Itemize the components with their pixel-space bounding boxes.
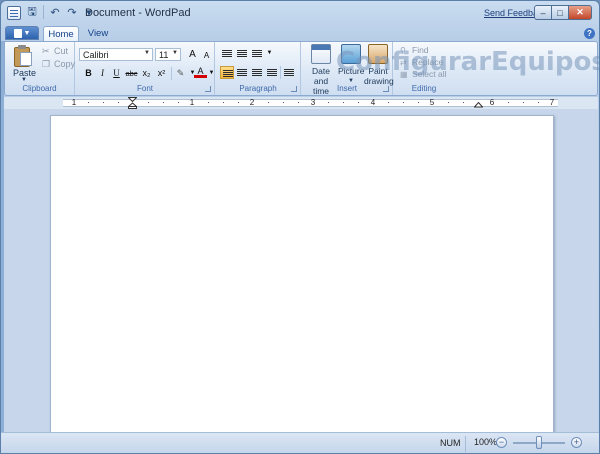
font-size-value: 11 bbox=[159, 50, 169, 60]
font-family-select[interactable]: Calibri ▼ bbox=[79, 48, 153, 61]
document-area bbox=[4, 109, 598, 432]
align-left-icon[interactable] bbox=[220, 66, 234, 79]
chevron-down-icon: ▼ bbox=[23, 29, 31, 37]
application-menu-button[interactable]: ▼ bbox=[5, 26, 39, 40]
paragraph-separator bbox=[280, 66, 281, 79]
clipboard-group: Paste ▼ ✂ Cut ❐ Copy Clipboard bbox=[5, 42, 75, 95]
copy-label: Copy bbox=[54, 59, 76, 69]
font-size-select[interactable]: 11 ▼ bbox=[155, 48, 181, 61]
wordpad-app-icon[interactable] bbox=[7, 6, 21, 20]
zoom-slider-thumb[interactable] bbox=[536, 436, 542, 449]
zoom-in-button[interactable]: + bbox=[571, 437, 582, 448]
left-indent-marker-icon[interactable] bbox=[128, 97, 137, 109]
minimize-button[interactable]: – bbox=[534, 5, 552, 20]
ruler-number: 1 bbox=[189, 98, 195, 107]
justify-icon[interactable] bbox=[265, 66, 279, 79]
scissors-icon: ✂ bbox=[42, 45, 50, 56]
tab-home[interactable]: Home bbox=[43, 26, 79, 41]
date-time-label-1: Date and bbox=[312, 66, 330, 86]
font-family-value: Calibri bbox=[83, 50, 109, 60]
underline-button[interactable]: U bbox=[110, 67, 123, 80]
horizontal-ruler[interactable]: 1 1 2 3 4 5 6 7 bbox=[4, 97, 598, 109]
bullet-list-icon[interactable] bbox=[250, 47, 264, 60]
ruler-number: 1 bbox=[71, 98, 77, 107]
window-title: Document - WordPad bbox=[85, 7, 191, 19]
status-bar: NUM 100% − + bbox=[1, 432, 599, 453]
tab-view[interactable]: View bbox=[85, 26, 111, 41]
redo-icon[interactable]: ↷ bbox=[65, 5, 79, 19]
subscript-button[interactable]: x₂ bbox=[140, 67, 153, 80]
list-dropdown-icon[interactable]: ▼ bbox=[263, 47, 276, 60]
line-spacing-icon[interactable] bbox=[282, 66, 296, 79]
zoom-level[interactable]: 100% bbox=[474, 437, 497, 447]
status-separator bbox=[465, 436, 466, 452]
paste-dropdown-icon[interactable]: ▼ bbox=[21, 77, 27, 83]
editing-group-label: Editing bbox=[411, 84, 437, 93]
calendar-clock-icon bbox=[311, 44, 331, 64]
save-icon[interactable]: 🖫 bbox=[25, 5, 39, 19]
ruler-number: 4 bbox=[370, 98, 376, 107]
title-bar: 🖫 ↶ ↷ ▾ Document - WordPad Send Feedback… bbox=[1, 1, 599, 25]
italic-button[interactable]: I bbox=[96, 67, 109, 80]
ruler-number: 2 bbox=[249, 98, 255, 107]
font-separator bbox=[171, 67, 172, 80]
paragraph-group-label: Paragraph bbox=[239, 84, 277, 93]
copy-button[interactable]: ❐ Copy bbox=[42, 59, 75, 69]
watermark-text: ConfigurarEquipos bbox=[336, 47, 600, 77]
paste-icon[interactable] bbox=[14, 45, 34, 67]
cut-label: Cut bbox=[54, 46, 69, 56]
num-lock-indicator: NUM bbox=[440, 438, 461, 448]
cut-button[interactable]: ✂ Cut bbox=[42, 46, 68, 56]
right-indent-marker-icon[interactable] bbox=[474, 102, 483, 109]
insert-group-label: Insert bbox=[336, 84, 357, 93]
ruler-number: 5 bbox=[429, 98, 435, 107]
decrease-indent-icon[interactable] bbox=[220, 47, 234, 60]
undo-icon[interactable]: ↶ bbox=[48, 5, 62, 19]
strikethrough-button[interactable]: abc bbox=[125, 67, 138, 80]
qat-separator bbox=[43, 5, 44, 19]
help-icon[interactable]: ? bbox=[584, 28, 595, 39]
zoom-out-button[interactable]: − bbox=[496, 437, 507, 448]
wordpad-window: 🖫 ↶ ↷ ▾ Document - WordPad Send Feedback… bbox=[0, 0, 600, 454]
paragraph-dialog-launcher-icon[interactable] bbox=[291, 86, 297, 92]
close-button[interactable]: ✕ bbox=[568, 5, 592, 20]
document-icon bbox=[13, 28, 22, 38]
chevron-down-icon: ▼ bbox=[144, 50, 150, 56]
copy-icon: ❐ bbox=[42, 58, 51, 69]
align-center-icon[interactable] bbox=[235, 66, 249, 79]
paragraph-group: ▼ Paragraph bbox=[216, 42, 301, 95]
increase-indent-icon[interactable] bbox=[235, 47, 249, 60]
bold-button[interactable]: B bbox=[82, 67, 95, 80]
font-group: Calibri ▼ 11 ▼ A A B I U abc x₂ x² ✎ ▼ A… bbox=[76, 42, 215, 95]
grow-font-button[interactable]: A bbox=[186, 48, 199, 61]
document-page[interactable] bbox=[50, 115, 554, 432]
align-right-icon[interactable] bbox=[250, 66, 264, 79]
ruler-number: 6 bbox=[489, 98, 495, 107]
chevron-down-icon: ▼ bbox=[172, 50, 178, 56]
insert-dialog-launcher-icon[interactable] bbox=[383, 86, 389, 92]
shrink-font-button[interactable]: A bbox=[200, 49, 213, 62]
ruler-number: 3 bbox=[310, 98, 316, 107]
maximize-button[interactable]: □ bbox=[551, 5, 569, 20]
ruler-number: 7 bbox=[549, 98, 555, 107]
clipboard-group-label: Clipboard bbox=[22, 84, 57, 93]
ribbon-tabs: ▼ Home View ? bbox=[1, 25, 599, 41]
font-group-label: Font bbox=[136, 84, 153, 93]
superscript-button[interactable]: x² bbox=[155, 67, 168, 80]
font-dialog-launcher-icon[interactable] bbox=[205, 86, 211, 92]
